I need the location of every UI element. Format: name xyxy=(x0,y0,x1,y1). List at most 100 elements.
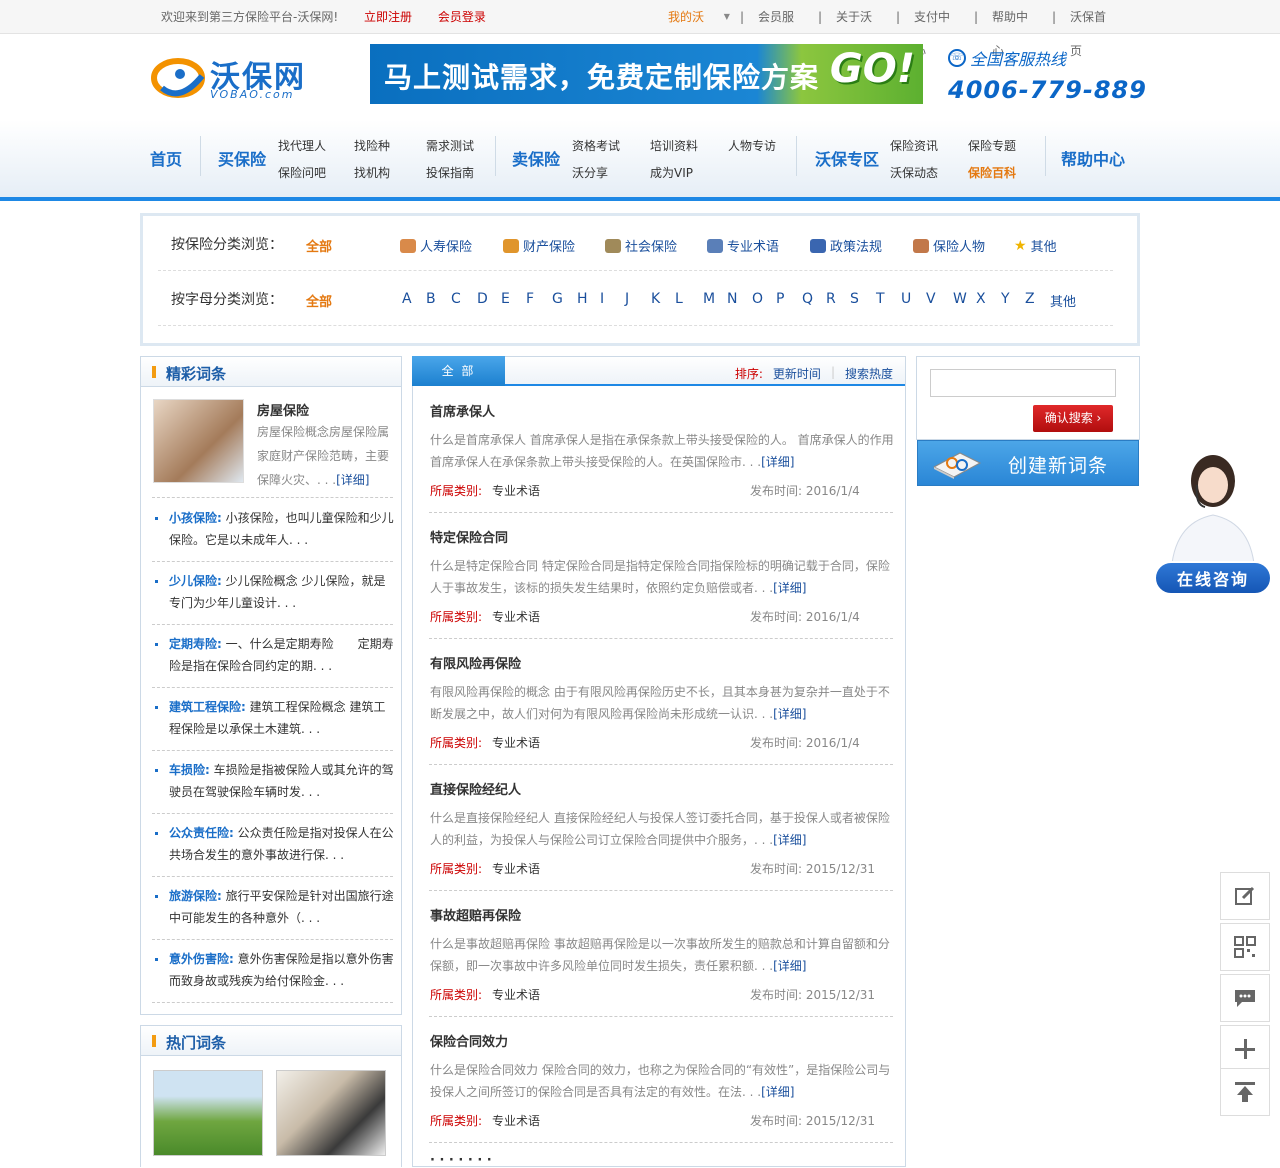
nav-news[interactable]: 保险资讯 xyxy=(890,137,938,154)
featured-item[interactable]: 少儿保险: 少儿保险概念 少儿保险，就是专门为少年儿童设计. . . xyxy=(152,562,393,625)
letter-r[interactable]: R xyxy=(826,291,836,307)
featured-item[interactable]: 车损险: 车损险是指被保险人或其允许的驾驶员在驾驶保险车辆时发. . . xyxy=(152,751,394,814)
featured-detail-link[interactable]: [详细] xyxy=(336,473,369,487)
featured-item-key: 车损险: xyxy=(169,763,210,777)
letter-z[interactable]: Z xyxy=(1025,291,1035,307)
entry-detail-link[interactable]: [详细] xyxy=(773,959,806,973)
nav-vip[interactable]: 成为VIP xyxy=(650,164,693,181)
entry-title[interactable]: 事故超赔再保险 xyxy=(430,905,521,924)
featured-item[interactable]: 定期寿险: 一、什么是定期寿险 定期寿险是指在保险合同约定的期. . . xyxy=(152,625,394,688)
type-people[interactable]: 保险人物 xyxy=(913,236,985,255)
letter-t[interactable]: T xyxy=(876,291,885,307)
featured-item[interactable]: 意外伤害险: 意外伤害保险是指以意外伤害而致身故或残疾为给付保险金. . . xyxy=(152,940,394,1003)
nav-training[interactable]: 培训资料 xyxy=(650,137,698,154)
type-life[interactable]: 人寿保险 xyxy=(400,236,472,255)
nav-exam[interactable]: 资格考试 xyxy=(572,137,620,154)
entry-title[interactable]: 有限风险再保险 xyxy=(430,653,521,672)
featured-main-title[interactable]: 房屋保险 xyxy=(257,400,309,419)
letter-n[interactable]: N xyxy=(727,291,737,307)
login-link[interactable]: 会员登录 xyxy=(438,10,486,24)
entry-detail-link[interactable]: [详细] xyxy=(773,833,806,847)
side-plus-button[interactable] xyxy=(1220,1025,1270,1073)
entry-detail-link[interactable]: [详细] xyxy=(761,455,794,469)
nav-topics[interactable]: 保险专题 xyxy=(968,137,1016,154)
letter-f[interactable]: F xyxy=(526,291,534,307)
entry-title[interactable]: 保险合同效力 xyxy=(430,1031,508,1050)
entry-detail-link[interactable]: [详细] xyxy=(761,1085,794,1099)
type-terms[interactable]: 专业术语 xyxy=(707,236,779,255)
nav-updates[interactable]: 沃保动态 xyxy=(890,164,938,181)
hot-image-hands[interactable] xyxy=(276,1070,386,1156)
nav-share[interactable]: 沃分享 xyxy=(572,164,608,181)
type-social[interactable]: 社会保险 xyxy=(605,236,677,255)
letter-all[interactable]: 全部 xyxy=(306,291,332,310)
search-input[interactable] xyxy=(930,369,1116,397)
nav-guide[interactable]: 投保指南 xyxy=(426,164,474,181)
letter-o[interactable]: O xyxy=(752,291,763,307)
tab-all[interactable]: 全 部 xyxy=(412,356,505,386)
side-edit-button[interactable] xyxy=(1220,872,1270,920)
search-panel: 确认搜索 › xyxy=(916,356,1140,440)
letter-i[interactable]: I xyxy=(600,291,604,307)
letter-d[interactable]: D xyxy=(477,291,488,307)
letter-h[interactable]: H xyxy=(577,291,588,307)
letter-e[interactable]: E xyxy=(501,291,510,307)
letter-v[interactable]: V xyxy=(926,291,936,307)
featured-item[interactable]: 旅游保险: 旅行平安保险是针对出国旅行途中可能发生的各种意外（. . . xyxy=(152,877,394,940)
letter-j[interactable]: J xyxy=(625,291,629,307)
search-button[interactable]: 确认搜索 › xyxy=(1033,405,1113,432)
featured-item[interactable]: 小孩保险: 小孩保险，也叫儿童保险和少儿保险。它是以未成年人. . . xyxy=(152,499,394,562)
entry-detail-link[interactable]: [详细] xyxy=(773,581,806,595)
sort-by-popularity[interactable]: 搜索热度 xyxy=(845,365,893,382)
side-chat-button[interactable] xyxy=(1220,974,1270,1022)
online-consult-widget[interactable]: 在线咨询 xyxy=(1153,445,1273,597)
nav-find-product[interactable]: 找险种 xyxy=(354,137,390,154)
entry-title[interactable]: 直接保险经纪人 xyxy=(430,779,521,798)
featured-item[interactable]: 公众责任险: 公众责任险是指对投保人在公共场合发生的意外事故进行保. . . xyxy=(152,814,394,877)
nav-help[interactable]: 帮助中心 xyxy=(1061,146,1125,170)
letter-b[interactable]: B xyxy=(426,291,436,307)
featured-image[interactable] xyxy=(153,399,244,483)
letter-l[interactable]: L xyxy=(675,291,683,307)
promo-banner[interactable]: 马上测试需求，免费定制保险方案 GO! xyxy=(370,44,923,104)
letter-other[interactable]: 其他 xyxy=(1050,291,1076,310)
nav-zone[interactable]: 沃保专区 xyxy=(815,146,879,170)
create-entry-button[interactable]: 创建新词条 xyxy=(917,440,1139,486)
sort-by-time[interactable]: 更新时间 xyxy=(773,365,821,382)
site-logo[interactable]: 沃保网 VOBAO.com xyxy=(150,48,320,106)
hot-image-family[interactable] xyxy=(153,1070,263,1156)
letter-m[interactable]: M xyxy=(703,291,715,307)
letter-p[interactable]: P xyxy=(776,291,784,307)
nav-encyclopedia[interactable]: 保险百科 xyxy=(968,164,1016,181)
nav-needs-test[interactable]: 需求测试 xyxy=(426,137,474,154)
featured-item[interactable]: 建筑工程保险: 建筑工程保险概念 建筑工程保险是以承保土木建筑. . . xyxy=(152,688,393,751)
type-other[interactable]: ★ 其他 xyxy=(1014,236,1057,256)
entry-title[interactable]: 首席承保人 xyxy=(430,401,495,420)
nav-find-agent[interactable]: 找代理人 xyxy=(278,137,326,154)
letter-u[interactable]: U xyxy=(901,291,911,307)
type-policy[interactable]: 政策法规 xyxy=(810,236,882,255)
entry-category-label: 所属类别: xyxy=(430,736,483,750)
entry-title[interactable]: 特定保险合同 xyxy=(430,527,508,546)
nav-sell[interactable]: 卖保险 xyxy=(512,146,560,170)
nav-buy[interactable]: 买保险 xyxy=(218,146,266,170)
nav-find-org[interactable]: 找机构 xyxy=(354,164,390,181)
letter-x[interactable]: X xyxy=(976,291,986,307)
nav-home[interactable]: 首页 xyxy=(150,146,182,170)
side-top-button[interactable] xyxy=(1220,1068,1270,1116)
letter-a[interactable]: A xyxy=(402,291,412,307)
type-property[interactable]: 财产保险 xyxy=(503,236,575,255)
letter-g[interactable]: G xyxy=(552,291,563,307)
nav-interview[interactable]: 人物专访 xyxy=(728,137,776,154)
entry-detail-link[interactable]: [详细] xyxy=(773,707,806,721)
side-qrcode-button[interactable] xyxy=(1220,923,1270,971)
letter-c[interactable]: C xyxy=(451,291,461,307)
nav-qa[interactable]: 保险问吧 xyxy=(278,164,326,181)
letter-k[interactable]: K xyxy=(651,291,660,307)
register-link[interactable]: 立即注册 xyxy=(364,10,412,24)
type-all[interactable]: 全部 xyxy=(306,236,332,255)
letter-q[interactable]: Q xyxy=(802,291,813,307)
letter-s[interactable]: S xyxy=(850,291,859,307)
letter-y[interactable]: Y xyxy=(1001,291,1010,307)
letter-w[interactable]: W xyxy=(953,291,967,307)
